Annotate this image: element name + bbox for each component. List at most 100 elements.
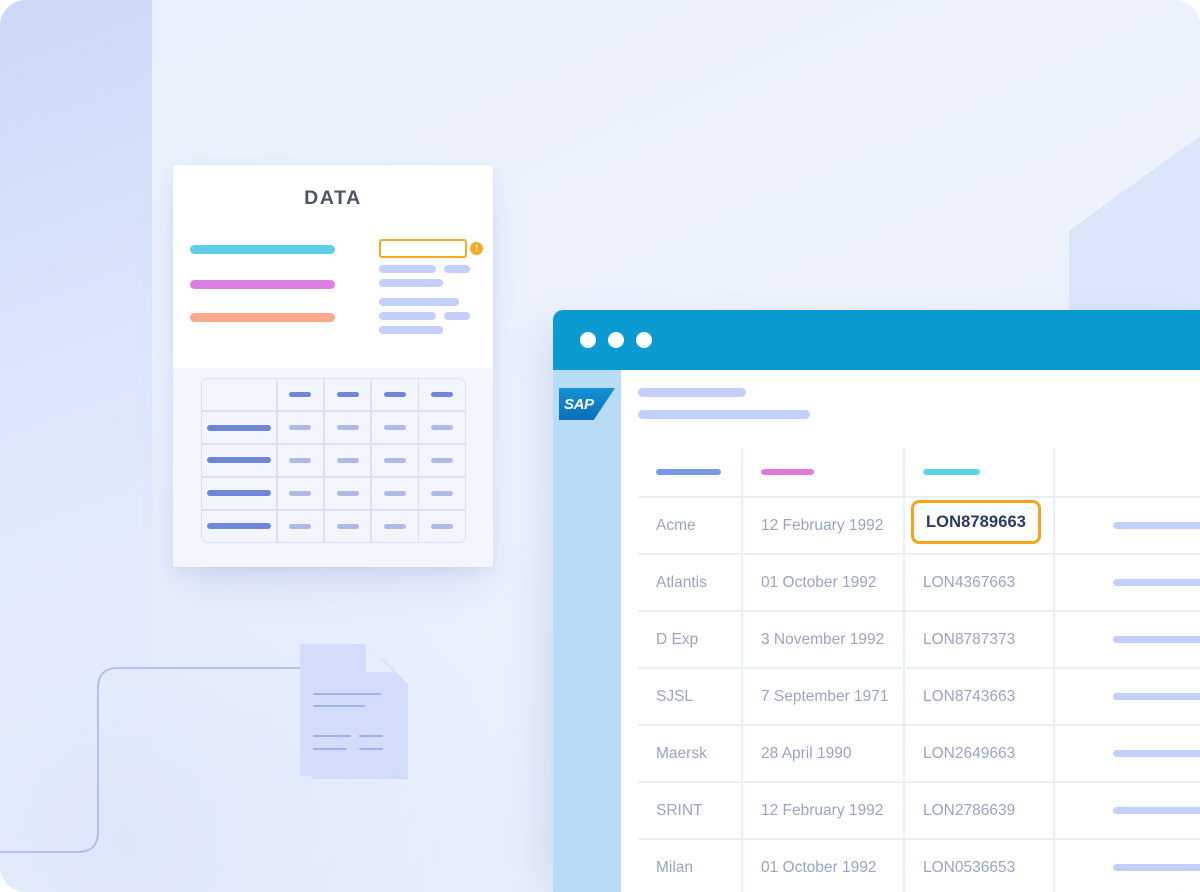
table-cell-company[interactable]: Acme — [638, 498, 741, 553]
mini-grid-header-cell — [277, 379, 324, 411]
placeholder-bar — [379, 326, 443, 334]
placeholder-bar — [379, 265, 436, 273]
warning-icon: ! — [470, 242, 483, 255]
mini-grid-pill — [383, 490, 406, 496]
mini-grid-pill — [431, 392, 454, 398]
mini-grid-cell — [372, 411, 418, 444]
table-cell-extra[interactable] — [1055, 498, 1200, 553]
illustration-scene: DATA ! SAP Acme 12 February 1992 LON8789… — [0, 0, 1200, 892]
table-cell-text: LON4367663 — [923, 573, 1016, 591]
table-cell-text: 7 September 1971 — [761, 687, 889, 705]
table-cell-company[interactable]: D Exp — [638, 612, 741, 667]
table-cell-company[interactable]: Atlantis — [638, 555, 741, 610]
table-cell-placeholder-bar — [1113, 864, 1200, 871]
table-cell-company[interactable]: SRINT — [638, 783, 741, 838]
maximize-dot-icon[interactable] — [636, 332, 652, 348]
table-cell-text: LON2786639 — [923, 801, 1016, 819]
table-cell-reference[interactable]: LON8743663 — [905, 669, 1053, 724]
table-header-cell[interactable] — [1055, 448, 1200, 496]
mini-grid-pill — [431, 457, 454, 463]
bar-pink — [190, 280, 335, 289]
table-cell-extra[interactable] — [1055, 783, 1200, 838]
mini-grid-pill — [206, 490, 271, 497]
table-cell-extra[interactable] — [1055, 555, 1200, 610]
table-cell-text: LON0536653 — [923, 858, 1016, 876]
table-cell-text: LON8743663 — [923, 687, 1016, 705]
highlighted-cell-value: LON8789663 — [925, 512, 1027, 531]
table-cell-placeholder-bar — [1113, 579, 1200, 586]
mini-grid-cell — [202, 510, 276, 542]
mini-grid-cell — [372, 510, 418, 542]
table-cell-company[interactable]: Milan — [638, 840, 741, 892]
mini-grid-pill — [289, 457, 312, 463]
mini-grid-cell — [324, 411, 371, 444]
mini-grid-header-cell — [419, 379, 465, 411]
bar-salmon — [190, 313, 335, 322]
mini-grid-cell — [419, 477, 465, 510]
table-cell-date[interactable]: 7 September 1971 — [743, 669, 903, 724]
table-cell-text: 01 October 1992 — [761, 573, 877, 591]
data-card: DATA ! — [173, 165, 493, 567]
mini-grid-pill — [383, 425, 406, 431]
header-placeholder-bar — [638, 410, 810, 419]
mini-grid-pill — [206, 424, 271, 431]
mini-grid-cell — [202, 477, 276, 510]
data-card-title: DATA — [304, 187, 362, 209]
highlighted-cell-outline[interactable]: LON8789663 — [911, 500, 1041, 544]
table-cell-reference[interactable]: LON0536653 — [905, 840, 1053, 892]
table-cell-text: 3 November 1992 — [761, 630, 885, 648]
table-cell-reference[interactable]: LON8789663 — [905, 498, 1053, 553]
table-cell-company[interactable]: Maersk — [638, 726, 741, 781]
table-cell-extra[interactable] — [1055, 612, 1200, 667]
bar-cyan — [190, 245, 335, 254]
app-sidebar: SAP — [553, 370, 621, 892]
mini-grid-header-cell — [324, 379, 371, 411]
close-dot-icon[interactable] — [580, 332, 596, 348]
data-card-bottom — [173, 368, 493, 567]
table-cell-date[interactable]: 01 October 1992 — [743, 555, 903, 610]
table-cell-extra[interactable] — [1055, 726, 1200, 781]
sap-logo-icon: SAP — [559, 388, 615, 420]
table-cell-extra[interactable] — [1055, 669, 1200, 724]
table-cell-reference[interactable]: LON2786639 — [905, 783, 1053, 838]
table-cell-date[interactable]: 12 February 1992 — [743, 783, 903, 838]
mini-grid-cell — [419, 510, 465, 542]
mini-grid-pill — [431, 425, 454, 431]
sap-browser-window: SAP Acme 12 February 1992 LON8789663 Atlant… — [553, 310, 1200, 892]
mini-grid-pill — [336, 457, 359, 463]
minimize-dot-icon[interactable] — [608, 332, 624, 348]
header-placeholder-bar — [638, 388, 746, 397]
table-header-cell[interactable] — [743, 448, 903, 496]
mini-grid-cell — [277, 510, 324, 542]
placeholder-bar — [379, 312, 436, 320]
mini-grid-cell — [324, 444, 371, 477]
table-cell-placeholder-bar — [1113, 807, 1200, 814]
table-cell-reference[interactable]: LON4367663 — [905, 555, 1053, 610]
highlighted-input-field[interactable] — [379, 239, 467, 258]
mini-grid-pill — [289, 425, 312, 431]
mini-grid-header-cell — [202, 379, 276, 411]
table-cell-text: Acme — [656, 516, 696, 534]
table-cell-date[interactable]: 12 February 1992 — [743, 498, 903, 553]
sap-logo-label: SAP — [564, 395, 594, 413]
table-header-cell[interactable] — [905, 448, 1053, 496]
table-header-cell[interactable] — [638, 448, 741, 496]
table-cell-date[interactable]: 3 November 1992 — [743, 612, 903, 667]
table-cell-text: 12 February 1992 — [761, 516, 884, 534]
mini-grid-cell — [372, 444, 418, 477]
table-cell-reference[interactable]: LON2649663 — [905, 726, 1053, 781]
placeholder-bar — [444, 265, 470, 273]
placeholder-bar — [379, 298, 459, 306]
mini-grid-pill — [289, 490, 312, 496]
table-cell-date[interactable]: 28 April 1990 — [743, 726, 903, 781]
table-cell-date[interactable]: 01 October 1992 — [743, 840, 903, 892]
table-header-bar — [761, 469, 814, 475]
table-cell-company[interactable]: SJSL — [638, 669, 741, 724]
main-content: Acme 12 February 1992 LON8789663 Atlantis 01… — [621, 370, 1200, 892]
table-cell-extra[interactable] — [1055, 840, 1200, 892]
mini-grid-pill — [289, 523, 312, 529]
table-cell-placeholder-bar — [1113, 636, 1200, 643]
table-cell-reference[interactable]: LON8787373 — [905, 612, 1053, 667]
mini-grid-pill — [383, 392, 406, 398]
mini-grid-cell — [202, 411, 276, 444]
